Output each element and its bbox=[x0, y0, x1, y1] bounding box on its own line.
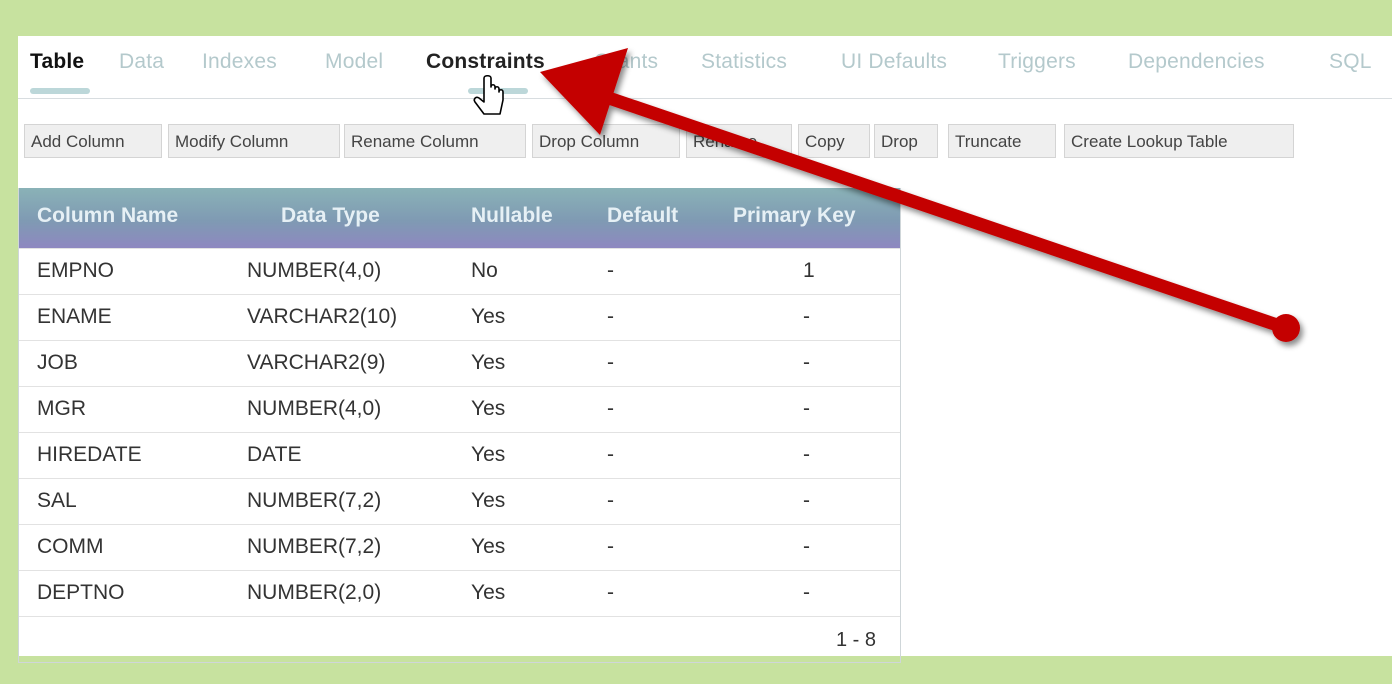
header-nullable[interactable]: Nullable bbox=[471, 204, 553, 228]
tab-statistics[interactable]: Statistics bbox=[701, 50, 787, 74]
cell-primary-key: - bbox=[803, 351, 810, 374]
table-row[interactable]: ENAME VARCHAR2(10) Yes - - bbox=[19, 294, 900, 340]
tab-bar: Table Data Indexes Model Constraints Gra… bbox=[18, 36, 1392, 99]
cell-nullable: Yes bbox=[471, 581, 506, 604]
tab-data[interactable]: Data bbox=[119, 50, 164, 74]
cell-column-name: DEPTNO bbox=[37, 581, 125, 604]
header-default[interactable]: Default bbox=[607, 204, 678, 228]
columns-table: Column Name Data Type Nullable Default P… bbox=[18, 188, 901, 663]
drop-column-button[interactable]: Drop Column bbox=[532, 124, 680, 158]
tab-constraints[interactable]: Constraints bbox=[426, 50, 545, 74]
table-details-panel: Table Data Indexes Model Constraints Gra… bbox=[18, 36, 1392, 663]
cell-default: - bbox=[607, 443, 614, 466]
toolbar: Add Column Modify Column Rename Column D… bbox=[18, 124, 1392, 160]
cell-data-type: NUMBER(4,0) bbox=[247, 259, 382, 282]
table-row[interactable]: DEPTNO NUMBER(2,0) Yes - - bbox=[19, 570, 900, 616]
cell-primary-key: - bbox=[803, 305, 810, 328]
cell-nullable: Yes bbox=[471, 443, 506, 466]
create-lookup-table-button[interactable]: Create Lookup Table bbox=[1064, 124, 1294, 158]
cell-column-name: JOB bbox=[37, 351, 78, 374]
cell-default: - bbox=[607, 259, 614, 282]
cell-column-name: HIREDATE bbox=[37, 443, 142, 466]
tab-model[interactable]: Model bbox=[325, 50, 383, 74]
tab-indexes[interactable]: Indexes bbox=[202, 50, 277, 74]
cell-column-name: ENAME bbox=[37, 305, 112, 328]
table-header: Column Name Data Type Nullable Default P… bbox=[19, 188, 900, 248]
cell-nullable: Yes bbox=[471, 305, 506, 328]
cell-default: - bbox=[607, 535, 614, 558]
tab-grants[interactable]: Grants bbox=[594, 50, 658, 74]
cell-data-type: NUMBER(7,2) bbox=[247, 535, 382, 558]
tab-triggers[interactable]: Triggers bbox=[998, 50, 1076, 74]
cell-primary-key: - bbox=[803, 443, 810, 466]
pagination-range: 1 - 8 bbox=[835, 629, 876, 651]
copy-button[interactable]: Copy bbox=[798, 124, 870, 158]
active-tab-indicator bbox=[30, 88, 90, 94]
cell-column-name: SAL bbox=[37, 489, 77, 512]
tab-sql[interactable]: SQL bbox=[1329, 50, 1372, 74]
cell-column-name: EMPNO bbox=[37, 259, 115, 282]
cell-nullable: Yes bbox=[471, 535, 506, 558]
table-row[interactable]: MGR NUMBER(4,0) Yes - - bbox=[19, 386, 900, 432]
table-row[interactable]: HIREDATE DATE Yes - - bbox=[19, 432, 900, 478]
tab-ui-defaults[interactable]: UI Defaults bbox=[841, 50, 947, 74]
rename-column-button[interactable]: Rename Column bbox=[344, 124, 526, 158]
header-primary-key[interactable]: Primary Key bbox=[733, 204, 856, 228]
cell-primary-key: - bbox=[803, 489, 810, 512]
truncate-button[interactable]: Truncate bbox=[948, 124, 1056, 158]
header-column-name[interactable]: Column Name bbox=[37, 204, 178, 228]
tab-table[interactable]: Table bbox=[30, 50, 84, 74]
cell-data-type: VARCHAR2(10) bbox=[247, 305, 398, 328]
cell-data-type: NUMBER(4,0) bbox=[247, 397, 382, 420]
cell-nullable: Yes bbox=[471, 351, 506, 374]
cell-column-name: MGR bbox=[37, 397, 86, 420]
add-column-button[interactable]: Add Column bbox=[24, 124, 162, 158]
cell-default: - bbox=[607, 581, 614, 604]
cell-default: - bbox=[607, 305, 614, 328]
cell-data-type: NUMBER(7,2) bbox=[247, 489, 382, 512]
cell-data-type: NUMBER(2,0) bbox=[247, 581, 382, 604]
cell-nullable: Yes bbox=[471, 397, 506, 420]
cell-data-type: VARCHAR2(9) bbox=[247, 351, 386, 374]
cell-data-type: DATE bbox=[247, 443, 302, 466]
cell-nullable: No bbox=[471, 259, 498, 282]
cell-primary-key: - bbox=[803, 397, 810, 420]
cell-column-name: COMM bbox=[37, 535, 104, 558]
cell-default: - bbox=[607, 351, 614, 374]
cell-default: - bbox=[607, 397, 614, 420]
table-row[interactable]: COMM NUMBER(7,2) Yes - - bbox=[19, 524, 900, 570]
hover-tab-indicator bbox=[468, 88, 528, 94]
table-row[interactable]: JOB VARCHAR2(9) Yes - - bbox=[19, 340, 900, 386]
rename-button[interactable]: Rename bbox=[686, 124, 792, 158]
cell-primary-key: - bbox=[803, 535, 810, 558]
modify-column-button[interactable]: Modify Column bbox=[168, 124, 340, 158]
drop-button[interactable]: Drop bbox=[874, 124, 938, 158]
table-pagination: 1 - 8 bbox=[19, 616, 900, 662]
cell-primary-key: 1 bbox=[803, 259, 815, 282]
cell-default: - bbox=[607, 489, 614, 512]
cell-nullable: Yes bbox=[471, 489, 506, 512]
cell-primary-key: - bbox=[803, 581, 810, 604]
table-row[interactable]: EMPNO NUMBER(4,0) No - 1 bbox=[19, 248, 900, 294]
tab-dependencies[interactable]: Dependencies bbox=[1128, 50, 1265, 74]
table-row[interactable]: SAL NUMBER(7,2) Yes - - bbox=[19, 478, 900, 524]
header-data-type[interactable]: Data Type bbox=[281, 204, 380, 228]
